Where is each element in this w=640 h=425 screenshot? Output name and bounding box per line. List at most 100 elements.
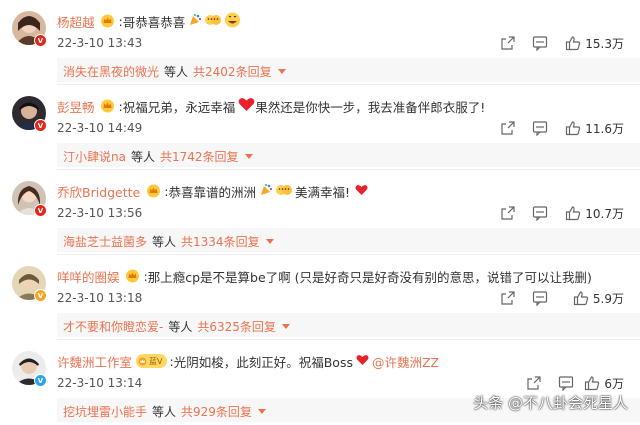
like-count: 6万 <box>604 376 624 391</box>
share-button[interactable] <box>500 34 516 52</box>
vip-badge: 蓝V <box>136 354 167 368</box>
verified-badge-icon: V <box>34 289 47 302</box>
timestamp: 22-3-10 13:18 <box>57 291 143 305</box>
verified-badge-icon: V <box>34 119 47 132</box>
username-link[interactable]: 杨超越 <box>57 12 95 31</box>
replies-row[interactable]: 才不要和你瞪恋爱- 等人 共6325条回复 <box>63 316 640 336</box>
comment-item: V 杨超越 : 哥恭喜恭喜 22-3-10 13:43 15.3万 消失在黑夜的… <box>0 0 640 85</box>
verified-badge-icon: V <box>34 204 47 217</box>
like-button[interactable]: 5.9万 <box>573 289 624 307</box>
red-heart-icon <box>238 97 255 115</box>
caret-down-icon[interactable] <box>277 68 286 74</box>
comment-line: 许魏洲工作室 蓝V : 光阴如梭，此刻正好。祝福Boss @许魏洲ZZ <box>57 352 440 371</box>
username-link[interactable]: 乔欣Bridgette <box>57 182 140 201</box>
reply-count-link[interactable]: 共929条回复 <box>181 403 252 420</box>
replies-others-label: 等人 <box>152 404 177 419</box>
crown-badge-icon <box>138 357 147 365</box>
timestamp: 22-3-10 13:56 <box>57 206 143 220</box>
reply-count-link[interactable]: 共1334条回复 <box>181 233 260 250</box>
reply-count-link[interactable]: 共6325条回复 <box>197 318 276 335</box>
thumbs-up-icon <box>565 120 581 136</box>
like-button[interactable]: 11.6万 <box>565 119 624 137</box>
like-count: 15.3万 <box>585 36 624 51</box>
share-icon <box>500 290 516 306</box>
reply-count-link[interactable]: 共1742条回复 <box>160 148 239 165</box>
like-button[interactable]: 10.7万 <box>565 204 624 222</box>
share-button[interactable] <box>500 289 516 307</box>
comment-line: 乔欣Bridgette : 恭喜靠谱的洲洲 美满幸福! <box>57 182 368 200</box>
share-icon <box>500 120 516 136</box>
caret-down-icon[interactable] <box>244 153 253 159</box>
caret-down-icon[interactable] <box>265 238 274 244</box>
like-count: 5.9万 <box>592 291 624 306</box>
timestamp: 22-3-10 13:14 <box>57 376 143 390</box>
thumbs-up-icon <box>565 35 581 51</box>
mention-link[interactable]: @许魏洲ZZ <box>372 352 439 371</box>
like-button[interactable]: 15.3万 <box>565 34 624 52</box>
caret-down-icon[interactable] <box>257 408 266 414</box>
comment-text: 祝福兄弟，永远幸福 <box>122 99 236 115</box>
comment-text: 恭喜靠谱的洲洲 <box>168 184 256 200</box>
source-watermark: 头条 @不八卦会死星人 <box>473 394 628 412</box>
crown-badge-icon <box>100 14 116 29</box>
crown-badge-icon <box>100 99 116 114</box>
reply-count-link[interactable]: 共2402条回复 <box>193 63 272 80</box>
share-icon <box>500 35 516 51</box>
replies-row[interactable]: 汀小肆说na 等人 共1742条回复 <box>63 146 640 166</box>
timestamp: 22-3-10 14:49 <box>57 121 143 135</box>
reply-username[interactable]: 才不要和你瞪恋爱- <box>63 318 163 335</box>
reply-username[interactable]: 消失在黑夜的微光 <box>63 63 159 80</box>
replies-others-label: 等人 <box>152 234 177 249</box>
share-button[interactable] <box>500 204 516 222</box>
vip-label: 蓝V <box>149 356 163 366</box>
replies-others-label: 等人 <box>130 149 155 164</box>
party-popper-emoji-icon <box>188 13 202 30</box>
comment-button[interactable] <box>532 119 548 137</box>
share-icon <box>526 375 542 391</box>
comment-button[interactable] <box>532 204 548 222</box>
comment-text: 光阴如梭，此刻正好。祝福Boss <box>173 354 353 370</box>
username-link[interactable]: 许魏洲工作室 <box>57 352 132 371</box>
comment-button[interactable] <box>558 374 574 392</box>
crown-badge-icon <box>145 184 161 199</box>
verified-badge-icon: V <box>34 374 47 387</box>
replies-row[interactable]: 消失在黑夜的微光 等人 共2402条回复 <box>63 61 640 81</box>
comment-icon <box>558 375 574 391</box>
share-button[interactable] <box>500 119 516 137</box>
thumbs-up-icon <box>573 290 589 306</box>
grin-emoji-icon <box>224 12 241 31</box>
crown-badge-icon <box>125 269 141 284</box>
red-heart-icon <box>355 184 368 199</box>
username-link[interactable]: 彭昱畅 <box>57 97 95 116</box>
comment-text: 美满幸福! <box>294 184 350 200</box>
reply-username[interactable]: 汀小肆说na <box>63 148 126 165</box>
verified-badge-icon: V <box>34 34 47 47</box>
comment-icon <box>532 205 548 221</box>
comment-item: V 乔欣Bridgette : 恭喜靠谱的洲洲 美满幸福! 22-3-10 13… <box>0 170 640 255</box>
comment-text: 那上瘾cp是不是算be了啊 (只是好奇只是好奇没有别的意思，说错了可以让我删) <box>147 269 592 285</box>
cheer-emoji-icon <box>205 13 222 30</box>
replies-others-label: 等人 <box>164 64 189 79</box>
comment-item: V 彭昱畅 : 祝福兄弟，永远幸福 果然还是你快一步，我去准备伴郎衣服了! 22… <box>0 85 640 170</box>
red-heart-icon <box>356 354 369 369</box>
comment-line: 杨超越 : 哥恭喜恭喜 <box>57 12 241 30</box>
replies-row[interactable]: 海盐芝士益菌多 等人 共1334条回复 <box>63 231 640 251</box>
comment-button[interactable] <box>532 34 548 52</box>
username-link[interactable]: 咩咩的圈娱 <box>57 267 120 286</box>
reply-username[interactable]: 海盐芝士益菌多 <box>63 233 147 250</box>
thumbs-up-icon <box>565 205 581 221</box>
comment-button[interactable] <box>532 289 548 307</box>
caret-down-icon[interactable] <box>281 323 290 329</box>
comment-icon <box>532 290 548 306</box>
like-button[interactable]: 6万 <box>584 374 624 392</box>
party-popper-emoji-icon <box>259 183 273 200</box>
replies-others-label: 等人 <box>168 319 193 334</box>
cheer-emoji-icon <box>275 183 292 200</box>
comment-icon <box>532 35 548 51</box>
share-button[interactable] <box>526 374 542 392</box>
comment-line: 咩咩的圈娱 : 那上瘾cp是不是算be了啊 (只是好奇只是好奇没有别的意思，说错… <box>57 267 592 286</box>
reply-username[interactable]: 挖坑埋雷小能手 <box>63 403 147 420</box>
like-count: 11.6万 <box>585 121 624 136</box>
comment-text: 哥恭喜恭喜 <box>122 14 186 30</box>
comment-text: 果然还是你快一步，我去准备伴郎衣服了! <box>255 99 486 115</box>
